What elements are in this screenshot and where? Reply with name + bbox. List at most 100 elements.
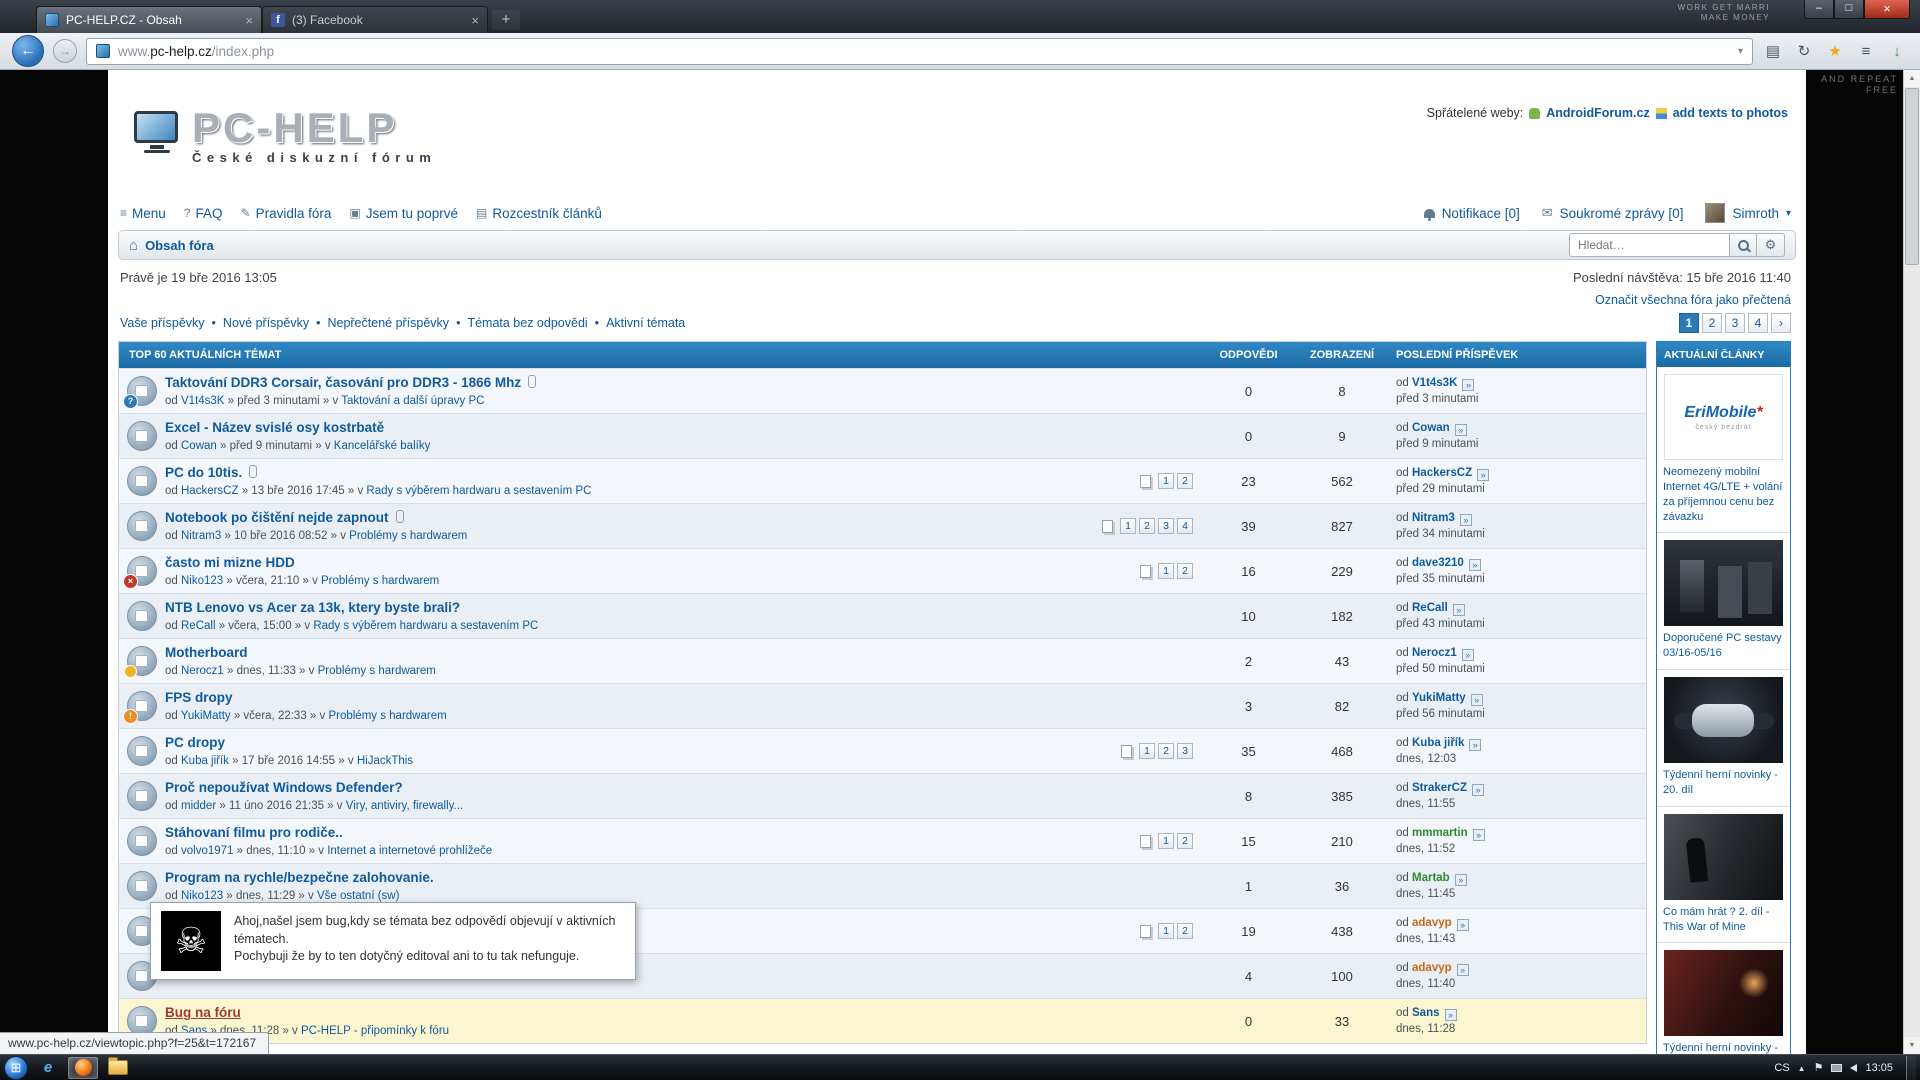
article-image-pc[interactable] (1664, 540, 1783, 626)
topic-title-link[interactable]: Excel - Název svislé osy kostrbatě (165, 420, 384, 435)
action-center-icon[interactable] (1814, 1061, 1824, 1074)
goto-last-post-icon[interactable] (1445, 1009, 1457, 1021)
taskbar-explorer-icon[interactable] (103, 1057, 133, 1079)
last-post-author-link[interactable]: HackersCZ (1412, 467, 1472, 479)
last-post-author-link[interactable]: StrakerCZ (1412, 782, 1467, 794)
topic-title-link[interactable]: Program na rychle/bezpečne zalohovanie. (165, 870, 434, 885)
article-link[interactable]: Neomezený mobilní Internet 4G/LTE + volá… (1663, 465, 1784, 524)
topic-forum-link[interactable]: Problémy s hardwarem (318, 665, 436, 677)
scroll-down-arrow[interactable] (1904, 1037, 1920, 1054)
topic-author-link[interactable]: volvo1971 (181, 845, 233, 857)
article-image-vr[interactable] (1664, 677, 1783, 763)
urlbar-dropdown-icon[interactable] (1738, 46, 1743, 57)
search-button[interactable] (1729, 233, 1757, 257)
topic-title-link[interactable]: Stáhovaní filmu pro rodiče.. (165, 825, 343, 840)
goto-last-post-icon[interactable] (1455, 424, 1467, 436)
last-post-author-link[interactable]: Nerocz1 (1412, 647, 1457, 659)
tab-close-icon[interactable] (245, 14, 253, 27)
quick-link-2[interactable]: Nepřečtené příspěvky (327, 316, 449, 330)
last-post-author-link[interactable]: Kuba jiřík (1412, 737, 1464, 749)
topic-forum-link[interactable]: PC-HELP - připomínky k fóru (301, 1025, 449, 1037)
quick-link-0[interactable]: Vaše příspěvky (120, 316, 205, 330)
goto-page-button[interactable]: 3 (1177, 743, 1193, 759)
goto-last-post-icon[interactable] (1469, 739, 1481, 751)
goto-last-post-icon[interactable] (1460, 514, 1472, 526)
goto-last-post-icon[interactable] (1457, 964, 1469, 976)
start-button[interactable] (4, 1056, 28, 1080)
goto-page-button[interactable]: 1 (1120, 518, 1136, 534)
page-scrollbar[interactable] (1903, 70, 1920, 1054)
topic-forum-link[interactable]: Problémy s hardwarem (321, 575, 439, 587)
goto-last-post-icon[interactable] (1471, 694, 1483, 706)
last-post-author-link[interactable]: Sans (1412, 1007, 1440, 1019)
topic-author-link[interactable]: Niko123 (181, 890, 223, 902)
username-link[interactable]: Simroth (1732, 206, 1779, 221)
topic-author-link[interactable]: ReCall (181, 620, 216, 632)
quick-link-3[interactable]: Témata bez odpovědi (467, 316, 587, 330)
taskbar-ie-icon[interactable] (33, 1057, 63, 1079)
goto-page-button[interactable]: 2 (1158, 743, 1174, 759)
topic-title-link[interactable]: Notebook po čištění nejde zapnout (165, 510, 389, 525)
topic-title-link[interactable]: FPS dropy (165, 690, 233, 705)
topic-title-link[interactable]: často mi mizne HDD (165, 555, 295, 570)
menu-item-faq[interactable]: ?FAQ (184, 206, 223, 221)
menu-item-articles[interactable]: ▤Rozcestník článků (476, 206, 602, 221)
goto-page-button[interactable]: 2 (1139, 518, 1155, 534)
last-post-author-link[interactable]: dave3210 (1412, 557, 1464, 569)
scroll-up-arrow[interactable] (1904, 70, 1920, 87)
pagination-next[interactable]: › (1771, 313, 1791, 333)
goto-page-button[interactable]: 3 (1158, 518, 1174, 534)
goto-last-post-icon[interactable] (1473, 829, 1485, 841)
article-image-war[interactable] (1664, 814, 1783, 900)
goto-last-post-icon[interactable] (1455, 874, 1467, 886)
topic-forum-link[interactable]: Kancelářské balíky (334, 440, 431, 452)
topic-author-link[interactable]: HackersCZ (181, 485, 239, 497)
topic-forum-link[interactable]: Problémy s hardwarem (349, 530, 467, 542)
last-post-author-link[interactable]: adavyp (1412, 962, 1452, 974)
topic-author-link[interactable]: YukiMatty (181, 710, 231, 722)
goto-last-post-icon[interactable] (1472, 784, 1484, 796)
window-minimize-button[interactable] (1804, 0, 1834, 19)
menu-item-rules[interactable]: ✎Pravidla fóra (241, 206, 332, 221)
goto-page-button[interactable]: 2 (1177, 473, 1193, 489)
site-logo[interactable]: PC-HELP České diskuzní fórum (134, 108, 436, 165)
goto-last-post-icon[interactable] (1462, 379, 1474, 391)
window-maximize-button[interactable] (1834, 0, 1864, 19)
topic-forum-link[interactable]: Rady s výběrem hardwaru a sestavením PC (313, 620, 538, 632)
topic-title-link[interactable]: NTB Lenovo vs Acer za 13k, ktery byste b… (165, 600, 460, 615)
search-input[interactable] (1569, 233, 1729, 257)
topic-author-link[interactable]: midder (181, 800, 216, 812)
goto-page-button[interactable]: 2 (1177, 923, 1193, 939)
show-desktop-button[interactable] (1906, 1056, 1916, 1080)
article-image-game[interactable] (1664, 950, 1783, 1036)
topic-author-link[interactable]: V1t4s3K (181, 395, 224, 407)
topic-forum-link[interactable]: Viry, antiviry, firewally... (346, 800, 463, 812)
goto-page-button[interactable]: 1 (1158, 473, 1174, 489)
topic-title-link[interactable]: Motherboard (165, 645, 248, 660)
article-link[interactable]: Týdenní herní novinky - 20. díl (1663, 768, 1784, 798)
last-post-author-link[interactable]: Nitram3 (1412, 512, 1455, 524)
mark-read-link[interactable]: Označit všechna fóra jako přečtená (1595, 293, 1791, 307)
last-post-author-link[interactable]: mmmartin (1412, 827, 1468, 839)
article-link[interactable]: Doporučené PC sestavy 03/16-05/16 (1663, 631, 1784, 661)
reading-list-icon[interactable] (1855, 43, 1877, 60)
notifications-link[interactable]: Notifikace [0] (1442, 206, 1520, 221)
topic-author-link[interactable]: Cowan (181, 440, 217, 452)
search-options-button[interactable] (1757, 233, 1785, 257)
topic-forum-link[interactable]: HiJackThis (357, 755, 413, 767)
goto-page-button[interactable]: 1 (1158, 833, 1174, 849)
topic-forum-link[interactable]: Internet a internetové prohlížeče (327, 845, 492, 857)
goto-last-post-icon[interactable] (1477, 469, 1489, 481)
goto-last-post-icon[interactable] (1457, 919, 1469, 931)
pagination-page-3[interactable]: 3 (1725, 313, 1745, 333)
last-post-author-link[interactable]: ReCall (1412, 602, 1448, 614)
article-link[interactable]: Co mám hrát ? 2. díl - This War of Mine (1663, 905, 1784, 935)
goto-page-button[interactable]: 1 (1139, 743, 1155, 759)
topic-author-link[interactable]: Nerocz1 (181, 665, 224, 677)
goto-last-post-icon[interactable] (1453, 604, 1465, 616)
topic-author-link[interactable]: Niko123 (181, 575, 223, 587)
tab-pchelp[interactable]: PC-HELP.CZ - Obsah (36, 6, 262, 33)
goto-last-post-icon[interactable] (1469, 559, 1481, 571)
last-post-author-link[interactable]: Martab (1412, 872, 1450, 884)
taskbar-firefox-icon[interactable] (68, 1057, 98, 1079)
